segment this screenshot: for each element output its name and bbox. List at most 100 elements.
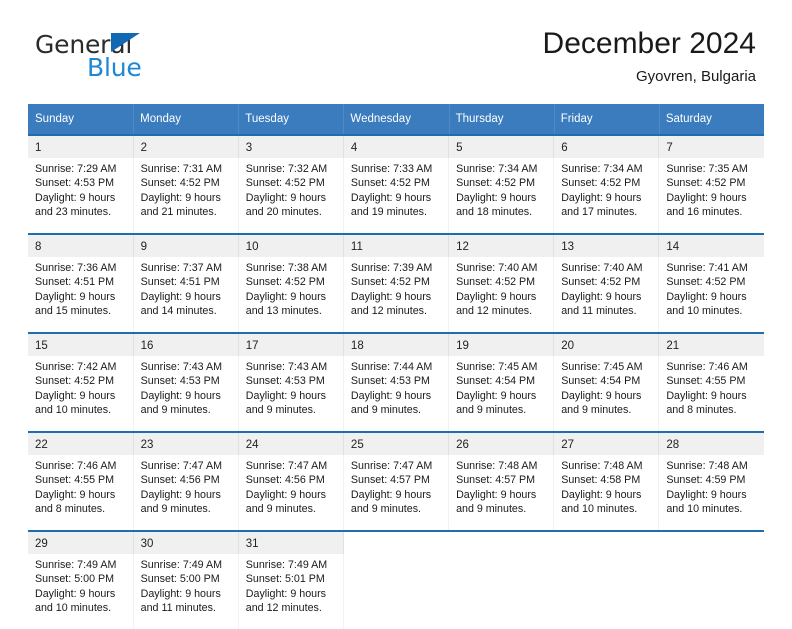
daynum-cell[interactable]: 17 [238,332,344,356]
sunrise-text: Sunrise: 7:32 AM [245,163,328,175]
daylight-text-line1: Daylight: 9 hours [140,488,221,501]
sunset-text: Sunset: 4:58 PM [561,474,641,487]
daynum-cell[interactable]: 25 [343,431,450,455]
sunrise-text: Sunrise: 7:34 AM [456,163,538,175]
daynum-cell[interactable]: 2 [133,134,239,158]
daynum-cell[interactable]: 16 [133,332,239,356]
daynum-cell[interactable]: 21 [658,332,764,356]
daylight-text-line1: Daylight: 9 hours [245,587,326,600]
sunrise-text: Sunrise: 7:47 AM [140,460,223,472]
sunset-text: Sunset: 4:54 PM [561,375,641,388]
daylight-text-line2: and 9 minutes. [456,404,527,417]
daylight-text-line2: and 13 minutes. [245,305,322,318]
day-detail-cell: Sunrise: 7:33 AM Sunset: 4:52 PM Dayligh… [343,158,450,234]
sunset-text: Sunset: 4:53 PM [245,375,325,388]
daynum-cell[interactable]: 29 [28,530,134,554]
week-1-detail-row: Sunrise: 7:29 AM Sunset: 4:53 PM Dayligh… [28,158,764,234]
sunset-text: Sunset: 4:56 PM [245,474,325,487]
daynum-cell[interactable]: 8 [28,233,134,257]
daylight-text-line1: Daylight: 9 hours [350,488,432,501]
sunrise-text: Sunrise: 7:43 AM [245,361,328,373]
daylight-text-line2: and 16 minutes. [666,206,743,219]
sunrise-text: Sunrise: 7:41 AM [666,262,748,274]
daylight-text-line2: and 12 minutes. [245,602,322,615]
daynum-cell[interactable]: 15 [28,332,134,356]
daynum-cell[interactable]: 20 [553,332,660,356]
day-detail-cell: Sunrise: 7:40 AM Sunset: 4:52 PM Dayligh… [448,257,555,333]
daynum-cell[interactable]: 28 [658,431,764,455]
daynum-cell[interactable]: 12 [448,233,555,257]
day-detail-cell: Sunrise: 7:48 AM Sunset: 4:59 PM Dayligh… [658,455,764,531]
daylight-text-line1: Daylight: 9 hours [35,587,116,600]
daylight-text-line1: Daylight: 9 hours [140,290,221,303]
daylight-text-line1: Daylight: 9 hours [561,191,642,204]
day-detail-cell: Sunrise: 7:40 AM Sunset: 4:52 PM Dayligh… [553,257,660,333]
sunrise-text: Sunrise: 7:35 AM [666,163,748,175]
day-detail-cell: Sunrise: 7:49 AM Sunset: 5:01 PM Dayligh… [238,554,344,629]
week-3-detail-row: Sunrise: 7:42 AM Sunset: 4:52 PM Dayligh… [28,356,764,432]
day-detail-cell: Sunrise: 7:41 AM Sunset: 4:52 PM Dayligh… [658,257,764,333]
daylight-text-line2: and 9 minutes. [140,404,211,417]
daylight-text-line2: and 9 minutes. [561,404,632,417]
weekday-header-monday: Monday [133,104,239,135]
daylight-text-line2: and 17 minutes. [561,206,638,219]
weekday-header-thursday: Thursday [448,104,554,135]
weekday-header-sunday: Sunday [28,104,134,135]
daylight-text-line1: Daylight: 9 hours [245,290,326,303]
daynum-cell[interactable]: 1 [28,134,134,158]
daylight-text-line2: and 11 minutes. [561,305,637,318]
daynum-cell[interactable]: 3 [238,134,344,158]
daynum-cell[interactable]: 10 [238,233,344,257]
daynum-cell[interactable]: 27 [553,431,660,455]
daynum-cell[interactable]: 13 [553,233,660,257]
daylight-text-line2: and 9 minutes. [245,404,316,417]
daynum-cell[interactable]: 18 [343,332,450,356]
sunset-text: Sunset: 4:59 PM [666,474,746,487]
sunrise-text: Sunrise: 7:44 AM [350,361,433,373]
daylight-text-line1: Daylight: 9 hours [35,488,116,501]
daylight-text-line1: Daylight: 9 hours [561,389,642,402]
daylight-text-line2: and 10 minutes. [35,404,112,417]
sunset-text: Sunset: 4:55 PM [35,474,115,487]
daynum-cell[interactable]: 26 [448,431,555,455]
sunset-text: Sunset: 4:52 PM [561,276,641,289]
daynum-cell[interactable]: 22 [28,431,134,455]
sunset-text: Sunset: 5:00 PM [35,573,115,586]
daylight-text-line1: Daylight: 9 hours [35,389,116,402]
daynum-cell[interactable]: 24 [238,431,344,455]
page-subtitle-location: Gyovren, Bulgaria [635,68,756,85]
day-detail-cell-empty [343,554,449,629]
day-detail-cell: Sunrise: 7:47 AM Sunset: 4:56 PM Dayligh… [238,455,344,531]
day-detail-cell: Sunrise: 7:43 AM Sunset: 4:53 PM Dayligh… [238,356,344,432]
daynum-cell[interactable]: 23 [133,431,239,455]
page-header: General Blue December 2024 Gyovren, Bulg… [0,0,792,100]
daylight-text-line1: Daylight: 9 hours [666,290,747,303]
day-detail-cell: Sunrise: 7:48 AM Sunset: 4:57 PM Dayligh… [448,455,555,531]
sunset-text: Sunset: 4:52 PM [561,177,641,190]
sunrise-text: Sunrise: 7:45 AM [561,361,643,373]
daylight-text-line2: and 8 minutes. [666,404,737,417]
daynum-cell[interactable]: 31 [238,530,344,554]
daynum-cell[interactable]: 14 [658,233,764,257]
daynum-cell[interactable]: 7 [658,134,764,158]
daylight-text-line1: Daylight: 9 hours [350,389,432,402]
daylight-text-line1: Daylight: 9 hours [245,389,326,402]
daylight-text-line2: and 18 minutes. [456,206,533,219]
week-2-detail-row: Sunrise: 7:36 AM Sunset: 4:51 PM Dayligh… [28,257,764,333]
daynum-cell[interactable]: 30 [133,530,239,554]
sunrise-text: Sunrise: 7:48 AM [456,460,538,472]
page-title: December 2024 [542,27,756,60]
daynum-cell[interactable]: 11 [343,233,450,257]
daynum-cell[interactable]: 5 [448,134,555,158]
daylight-text-line2: and 10 minutes. [35,602,112,615]
sunrise-text: Sunrise: 7:34 AM [561,163,643,175]
sunset-text: Sunset: 4:51 PM [140,276,220,289]
day-detail-cell: Sunrise: 7:48 AM Sunset: 4:58 PM Dayligh… [553,455,660,531]
daynum-cell[interactable]: 6 [553,134,660,158]
daynum-cell[interactable]: 19 [448,332,555,356]
daynum-cell[interactable]: 9 [133,233,239,257]
daynum-cell[interactable]: 4 [343,134,450,158]
daylight-text-line2: and 19 minutes. [350,206,427,219]
sunrise-text: Sunrise: 7:39 AM [350,262,433,274]
sunrise-text: Sunrise: 7:43 AM [140,361,223,373]
